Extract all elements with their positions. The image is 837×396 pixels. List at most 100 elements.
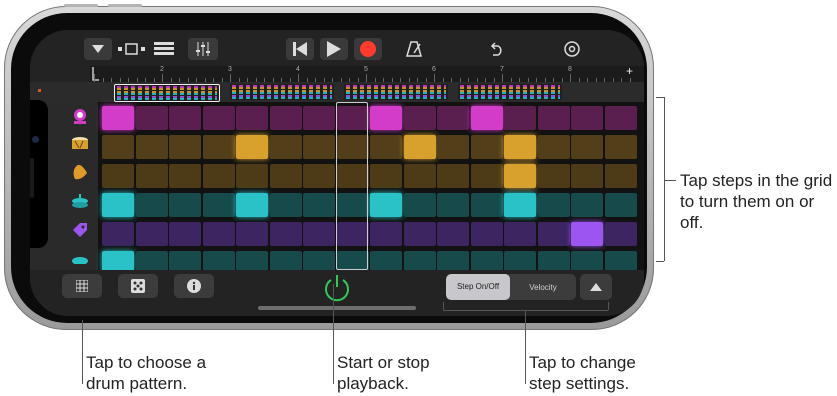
step-cell-snare-11[interactable]	[437, 135, 469, 159]
step-cell-clap-10[interactable]	[403, 164, 436, 188]
step-cell-snare-16[interactable]	[604, 135, 637, 159]
step-cell-kick-9[interactable]	[370, 106, 402, 130]
step-cell-cymbal-5[interactable]	[236, 251, 268, 271]
step-cell-cymbal-10[interactable]	[403, 251, 436, 271]
more-settings-button[interactable]	[580, 274, 612, 300]
home-indicator[interactable]	[258, 306, 416, 310]
step-cell-tom-2[interactable]	[135, 222, 168, 246]
step-cell-hihat-7[interactable]	[303, 193, 335, 217]
step-cell-hihat-1[interactable]	[102, 193, 134, 217]
step-cell-cymbal-9[interactable]	[370, 251, 402, 271]
step-cell-snare-15[interactable]	[571, 135, 603, 159]
step-cell-hihat-16[interactable]	[604, 193, 637, 217]
pattern-region[interactable]	[230, 84, 334, 100]
step-cell-snare-9[interactable]	[370, 135, 402, 159]
step-cell-cymbal-12[interactable]	[470, 251, 503, 271]
tracks-menu-button[interactable]	[84, 38, 112, 60]
undo-button[interactable]	[484, 38, 508, 60]
step-cell-snare-3[interactable]	[169, 135, 201, 159]
step-cell-snare-5[interactable]	[236, 135, 268, 159]
step-cell-tom-3[interactable]	[169, 222, 201, 246]
timeline-ruler[interactable]: 2 3 4 5 6 7 8 +	[90, 64, 644, 83]
step-cell-kick-4[interactable]	[202, 106, 235, 130]
step-cell-cymbal-4[interactable]	[202, 251, 235, 271]
step-cell-hihat-14[interactable]	[537, 193, 570, 217]
step-cell-tom-1[interactable]	[102, 222, 134, 246]
step-cell-snare-6[interactable]	[269, 135, 302, 159]
step-cell-tom-6[interactable]	[269, 222, 302, 246]
step-cell-tom-11[interactable]	[437, 222, 469, 246]
settings-button[interactable]	[560, 38, 584, 60]
tag-percussion-icon[interactable]	[70, 220, 90, 240]
step-cell-cymbal-16[interactable]	[604, 251, 637, 271]
hi-hat-icon[interactable]	[70, 192, 90, 212]
start-stop-button[interactable]	[322, 272, 352, 302]
step-cell-hihat-13[interactable]	[504, 193, 536, 217]
step-cell-hihat-4[interactable]	[202, 193, 235, 217]
step-cell-cymbal-6[interactable]	[269, 251, 302, 271]
pattern-region[interactable]	[344, 84, 448, 100]
pattern-region[interactable]	[458, 84, 562, 100]
velocity-segment[interactable]: Velocity	[510, 274, 576, 300]
step-cell-cymbal-11[interactable]	[437, 251, 469, 271]
step-cell-hihat-10[interactable]	[403, 193, 436, 217]
step-cell-tom-15[interactable]	[571, 222, 603, 246]
cymbal-icon[interactable]	[70, 248, 90, 268]
step-cell-snare-14[interactable]	[537, 135, 570, 159]
view-toggle-button[interactable]	[116, 38, 148, 60]
step-cell-clap-5[interactable]	[236, 164, 268, 188]
step-cell-clap-7[interactable]	[303, 164, 335, 188]
step-cell-tom-12[interactable]	[470, 222, 503, 246]
step-cell-hihat-15[interactable]	[571, 193, 603, 217]
step-cell-clap-12[interactable]	[470, 164, 503, 188]
snare-drum-icon[interactable]	[70, 134, 90, 154]
step-cell-clap-2[interactable]	[135, 164, 168, 188]
record-button[interactable]	[354, 38, 382, 60]
step-cell-kick-13[interactable]	[504, 106, 536, 130]
step-onoff-segment[interactable]: Step On/Off	[446, 274, 510, 300]
step-cell-kick-15[interactable]	[571, 106, 603, 130]
step-cell-snare-12[interactable]	[470, 135, 503, 159]
step-cell-tom-7[interactable]	[303, 222, 335, 246]
step-cell-tom-10[interactable]	[403, 222, 436, 246]
step-cell-cymbal-1[interactable]	[102, 251, 134, 271]
step-cell-kick-6[interactable]	[269, 106, 302, 130]
metronome-button[interactable]	[402, 38, 426, 60]
step-cell-clap-15[interactable]	[571, 164, 603, 188]
randomize-button[interactable]	[118, 274, 158, 298]
step-cell-snare-1[interactable]	[102, 135, 134, 159]
step-cell-kick-1[interactable]	[102, 106, 134, 130]
info-button[interactable]	[174, 274, 214, 298]
step-cell-hihat-6[interactable]	[269, 193, 302, 217]
step-cell-kick-7[interactable]	[303, 106, 335, 130]
step-cell-tom-9[interactable]	[370, 222, 402, 246]
step-cell-clap-9[interactable]	[370, 164, 402, 188]
step-cell-cymbal-2[interactable]	[135, 251, 168, 271]
step-cell-tom-13[interactable]	[504, 222, 536, 246]
step-cell-clap-13[interactable]	[504, 164, 536, 188]
step-cell-kick-5[interactable]	[236, 106, 268, 130]
step-cell-cymbal-7[interactable]	[303, 251, 335, 271]
step-cell-snare-7[interactable]	[303, 135, 335, 159]
step-cell-cymbal-3[interactable]	[169, 251, 201, 271]
step-cell-tom-4[interactable]	[202, 222, 235, 246]
step-cell-clap-3[interactable]	[169, 164, 201, 188]
step-cell-snare-13[interactable]	[504, 135, 536, 159]
step-cell-tom-14[interactable]	[537, 222, 570, 246]
step-cell-tom-5[interactable]	[236, 222, 268, 246]
step-cell-kick-16[interactable]	[604, 106, 637, 130]
step-cell-kick-3[interactable]	[169, 106, 201, 130]
track-list-button[interactable]	[150, 38, 178, 60]
step-cell-clap-14[interactable]	[537, 164, 570, 188]
step-cell-hihat-11[interactable]	[437, 193, 469, 217]
kick-drum-icon[interactable]	[70, 106, 90, 126]
step-cell-clap-1[interactable]	[102, 164, 134, 188]
step-cell-snare-4[interactable]	[202, 135, 235, 159]
pattern-browser-button[interactable]	[62, 274, 102, 298]
step-cell-kick-11[interactable]	[437, 106, 469, 130]
step-cell-tom-16[interactable]	[604, 222, 637, 246]
step-cell-hihat-5[interactable]	[236, 193, 268, 217]
step-cell-cymbal-14[interactable]	[537, 251, 570, 271]
step-cell-kick-10[interactable]	[403, 106, 436, 130]
step-cell-snare-10[interactable]	[403, 135, 436, 159]
